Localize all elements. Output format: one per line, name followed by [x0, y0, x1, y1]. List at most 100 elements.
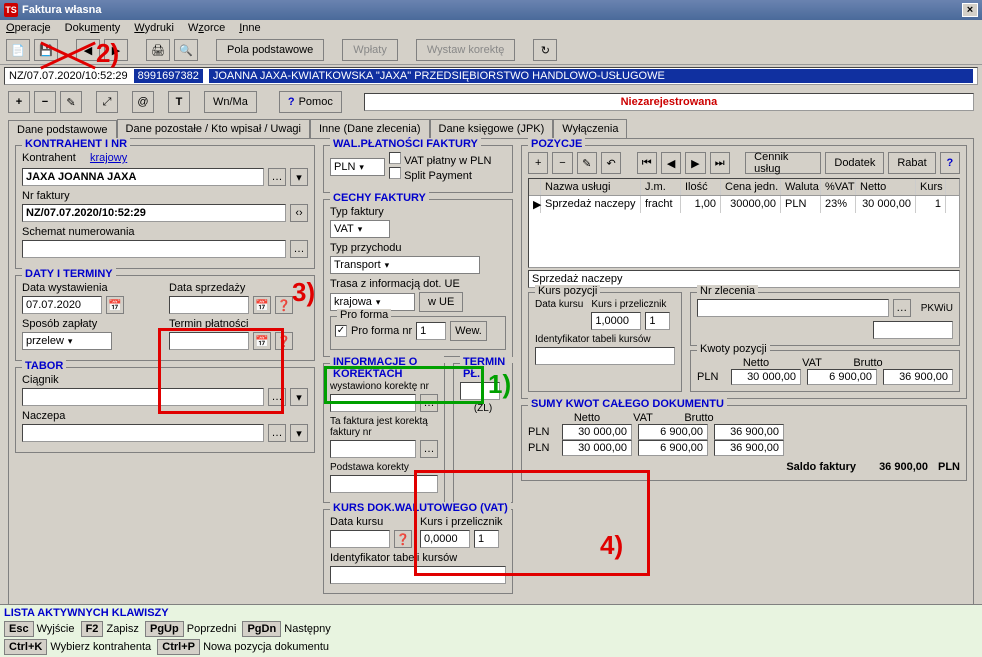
km1-icon[interactable]: … [420, 394, 438, 412]
kurs-v1[interactable]: 0,0000 [420, 530, 470, 548]
sposob-select[interactable]: przelew [22, 332, 112, 350]
sync-icon[interactable]: ‹› [290, 204, 308, 222]
poz-undo-icon[interactable]: ↶ [601, 152, 621, 174]
tab-inne[interactable]: Inne (Dane zlecenia) [310, 119, 430, 138]
preview-icon[interactable]: 🔍 [174, 39, 198, 61]
table-row[interactable]: ▶ Sprzedaż naczepy fracht 1,00 30000,00 … [529, 196, 959, 213]
cal1-icon[interactable]: 📅 [106, 296, 124, 314]
edit-icon[interactable]: ✎ [60, 91, 82, 113]
menu-operacje[interactable]: Operacje [6, 22, 51, 34]
typp-select[interactable]: Transport [330, 256, 480, 274]
poz-next2-icon[interactable]: ▶ [685, 152, 705, 174]
naczepa-input[interactable] [22, 424, 264, 442]
print-icon[interactable]: 🖨 [146, 39, 170, 61]
poz-edit-icon[interactable]: ✎ [577, 152, 597, 174]
help1-icon[interactable]: ❓ [275, 296, 293, 314]
pozycje-grid[interactable]: Nazwa usługi J.m. Ilość Cena jedn. Walut… [528, 178, 960, 268]
kp-id-input[interactable] [535, 347, 675, 365]
menu-dokumenty[interactable]: Dokumenty [65, 22, 121, 34]
key-ctrlk[interactable]: Ctrl+K [4, 639, 47, 655]
dwys-input[interactable]: 07.07.2020 [22, 296, 102, 314]
km2-icon[interactable]: … [420, 440, 438, 458]
client-id: 8991697382 [134, 69, 203, 83]
pf-input[interactable]: 1 [416, 322, 446, 340]
ciagnik-input[interactable] [22, 388, 264, 406]
kurs-v2[interactable]: 1 [474, 530, 499, 548]
dwys-label: Data wystawienia [22, 282, 161, 294]
poz-prev2-icon[interactable]: ◀ [661, 152, 681, 174]
dodatek-button[interactable]: Dodatek [825, 152, 884, 174]
minus-icon[interactable]: − [34, 91, 56, 113]
kor1-input[interactable] [330, 394, 416, 412]
poz-help-icon[interactable]: ? [940, 152, 960, 174]
wnma-button[interactable]: Wn/Ma [204, 91, 257, 113]
tab-dane-podstawowe[interactable]: Dane podstawowe [8, 120, 117, 139]
m1-icon[interactable]: … [268, 388, 286, 406]
close-icon[interactable]: × [962, 3, 978, 17]
more-icon[interactable]: … [268, 168, 286, 186]
key-pgup[interactable]: PgUp [145, 621, 184, 637]
fs-pozycje: POZYCJE + − ✎ ↶ ⏮ ◀ ▶ ⏭ Cennik usług Dod… [521, 145, 967, 399]
tab-wylaczenia[interactable]: Wyłączenia [553, 119, 627, 138]
refresh-icon[interactable]: ↻ [533, 39, 557, 61]
typf-select[interactable]: VAT [330, 220, 390, 238]
cur-select[interactable]: PLN [330, 158, 385, 176]
kurs-dk-input[interactable] [330, 530, 390, 548]
typ-link[interactable]: krajowy [90, 152, 127, 164]
fs-kontrahent: KONTRAHENT I NR Kontrahent krajowy JAXA … [15, 145, 315, 269]
add-icon[interactable]: + [8, 91, 30, 113]
typp-label: Typ przychodu [330, 242, 506, 254]
nzm-icon[interactable]: … [893, 299, 911, 317]
prev-icon[interactable]: ◀ [76, 39, 100, 61]
kurs-id-input[interactable] [330, 566, 506, 584]
dsprz-input[interactable] [169, 296, 249, 314]
d2-icon[interactable]: ▾ [290, 424, 308, 442]
tab-ksiegowe[interactable]: Dane księgowe (JPK) [430, 119, 554, 138]
schemat-input[interactable] [22, 240, 286, 258]
menu-wydruki[interactable]: Wydruki [134, 22, 174, 34]
dni-input[interactable] [460, 382, 500, 400]
key-esc[interactable]: Esc [4, 621, 34, 637]
poz-last-icon[interactable]: ⏭ [710, 152, 730, 174]
new-icon[interactable]: 📄 [6, 39, 30, 61]
help2-icon[interactable]: ❓ [275, 332, 293, 350]
menu-inne[interactable]: Inne [239, 22, 260, 34]
split-check[interactable] [389, 167, 401, 179]
wue-button[interactable]: w UE [419, 292, 463, 312]
at-icon[interactable]: @ [132, 91, 154, 113]
key-pgdn[interactable]: PgDn [242, 621, 281, 637]
t-icon[interactable]: T [168, 91, 190, 113]
fs-nz: Nr zlecenia … PKWiU [690, 292, 960, 346]
kontrahent-name[interactable]: JAXA JOANNA JAXA [22, 168, 264, 186]
kor3-input[interactable] [330, 475, 438, 493]
key-f2[interactable]: F2 [81, 621, 104, 637]
nz-input[interactable] [697, 299, 889, 317]
wew-button[interactable]: Wew. [450, 321, 487, 341]
expand-icon[interactable]: ⤢ [96, 91, 118, 113]
m2-icon[interactable]: … [268, 424, 286, 442]
cal3-icon[interactable]: 📅 [253, 332, 271, 350]
save-icon[interactable]: 💾 [34, 39, 58, 61]
termin-input[interactable] [169, 332, 249, 350]
kurs-help-icon[interactable]: ❓ [394, 530, 412, 548]
cal2-icon[interactable]: 📅 [253, 296, 271, 314]
vatpln-check[interactable] [389, 152, 401, 164]
tab-dane-pozostale[interactable]: Dane pozostałe / Kto wpisał / Uwagi [117, 119, 310, 138]
next-icon[interactable]: ▶ [104, 39, 128, 61]
more2-icon[interactable]: … [290, 240, 308, 258]
poz-first-icon[interactable]: ⏮ [637, 152, 657, 174]
poz-minus-icon[interactable]: − [552, 152, 572, 174]
menu-wzorce[interactable]: Wzorce [188, 22, 225, 34]
pk-input[interactable] [873, 321, 953, 339]
key-ctrlp[interactable]: Ctrl+P [157, 639, 200, 655]
help-button[interactable]: ?Pomoc [279, 91, 342, 113]
kor2-input[interactable] [330, 440, 416, 458]
down-icon[interactable]: ▾ [290, 168, 308, 186]
rabat-button[interactable]: Rabat [888, 152, 935, 174]
poz-add-icon[interactable]: + [528, 152, 548, 174]
pf-check[interactable]: ✓ [335, 325, 347, 337]
d1-icon[interactable]: ▾ [290, 388, 308, 406]
nrfakt-input[interactable]: NZ/07.07.2020/10:52:29 [22, 204, 286, 222]
cennik-button[interactable]: Cennik usług [745, 152, 821, 174]
pola-button[interactable]: Pola podstawowe [216, 39, 324, 61]
